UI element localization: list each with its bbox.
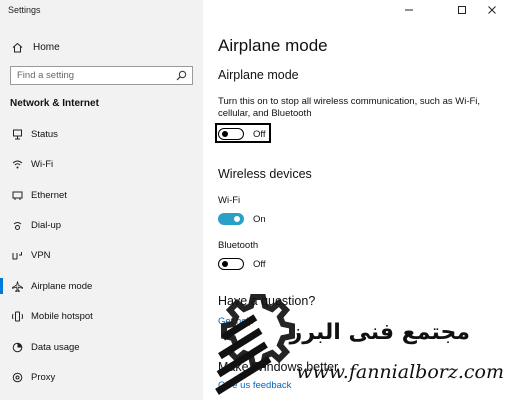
close-icon [488, 6, 496, 14]
sidebar-item-data-usage[interactable]: Data usage [0, 337, 203, 357]
minimize-button[interactable] [402, 4, 416, 16]
close-button[interactable] [485, 4, 499, 16]
sidebar-item-proxy[interactable]: Proxy [0, 367, 203, 387]
search-input[interactable] [17, 69, 167, 82]
sidebar-item-label: Ethernet [31, 189, 67, 201]
sidebar-item-label: Proxy [31, 371, 56, 383]
sidebar: Settings Home Network & Internet Status [0, 0, 203, 400]
settings-window: Settings Home Network & Internet Status [0, 0, 507, 400]
maximize-icon [458, 6, 466, 14]
data-usage-icon [11, 341, 23, 353]
toggle-switch[interactable] [218, 213, 244, 225]
wifi-icon [11, 158, 23, 170]
sidebar-item-airplane-mode[interactable]: Airplane mode [0, 276, 203, 296]
wireless-devices-heading: Wireless devices [218, 167, 312, 181]
page-title: Airplane mode [218, 36, 328, 55]
airplane-mode-description: Turn this on to stop all wireless commun… [218, 96, 481, 119]
window-title: Settings [8, 5, 41, 15]
sidebar-item-label: VPN [31, 249, 51, 261]
home-icon [12, 42, 23, 52]
ethernet-icon [11, 189, 23, 201]
toggle-knob [234, 215, 240, 222]
sidebar-item-status[interactable]: Status [0, 124, 203, 144]
dialup-icon [11, 219, 23, 231]
home-nav-item[interactable]: Home [12, 39, 60, 55]
bluetooth-toggle[interactable]: Off [218, 257, 266, 271]
sidebar-item-dialup[interactable]: Dial-up [0, 215, 203, 235]
proxy-icon [11, 371, 23, 383]
sidebar-item-label: Mobile hotspot [31, 310, 93, 322]
sidebar-item-vpn[interactable]: VPN [0, 245, 203, 265]
watermark-url: www.fannialborz.com [296, 361, 504, 383]
sidebar-item-label: Status [31, 128, 58, 140]
toggle-state-label: On [253, 213, 266, 225]
sidebar-item-mobile-hotspot[interactable]: Mobile hotspot [0, 306, 203, 326]
sidebar-item-wifi[interactable]: Wi-Fi [0, 154, 203, 174]
toggle-knob [222, 260, 228, 267]
vpn-icon [11, 249, 23, 261]
toggle-switch[interactable] [218, 128, 244, 140]
toggle-state-label: Off [253, 258, 266, 270]
toggle-switch[interactable] [218, 258, 244, 270]
sidebar-item-label: Airplane mode [31, 280, 93, 292]
search-box[interactable] [10, 66, 193, 85]
airplane-mode-heading: Airplane mode [218, 68, 299, 82]
bluetooth-label: Bluetooth [218, 240, 259, 251]
sidebar-item-label: Wi-Fi [31, 158, 54, 170]
maximize-button[interactable] [455, 4, 469, 16]
sidebar-item-label: Dial-up [31, 219, 62, 231]
hotspot-icon [11, 310, 23, 322]
wifi-toggle[interactable]: On [218, 212, 266, 226]
section-title: Network & Internet [10, 98, 99, 109]
home-label: Home [33, 41, 60, 53]
search-icon[interactable] [176, 70, 187, 81]
watermark-logo: مجتمع فنى البرز www.fannialborz.com [215, 294, 504, 395]
minimize-icon [405, 9, 413, 11]
watermark-arabic: مجتمع فنى البرز [289, 320, 470, 345]
toggle-state-label: Off [253, 128, 266, 140]
sidebar-item-label: Data usage [31, 341, 80, 353]
airplane-icon [11, 280, 23, 292]
status-icon [11, 128, 23, 140]
sidebar-item-ethernet[interactable]: Ethernet [0, 185, 203, 205]
toggle-knob [222, 130, 228, 137]
wifi-label: Wi-Fi [218, 195, 241, 206]
airplane-mode-toggle[interactable]: Off [218, 127, 266, 141]
